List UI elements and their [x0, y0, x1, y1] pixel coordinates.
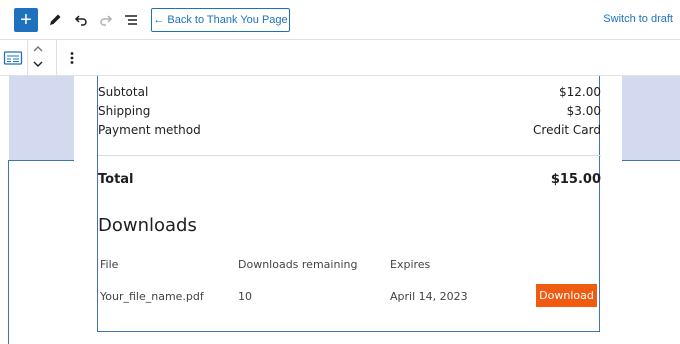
chevron-down-icon [33, 61, 43, 67]
summary-row-subtotal: Subtotal $12.00 [98, 85, 601, 101]
summary-divider [98, 155, 601, 156]
undo-button[interactable] [70, 9, 92, 31]
back-to-thank-you-page-button[interactable]: ← Back to Thank You Page [151, 8, 290, 32]
list-view-icon [125, 15, 137, 25]
redo-icon [100, 15, 113, 26]
summary-value: Credit Card [533, 123, 601, 137]
move-down-button[interactable] [27, 57, 49, 71]
download-remaining-count: 10 [238, 290, 252, 303]
block-type-button[interactable] [2, 47, 24, 69]
downloads-column-header: File [100, 258, 119, 271]
move-up-button[interactable] [27, 42, 49, 56]
downloads-column-header: Downloads remaining [238, 258, 358, 271]
add-block-button[interactable]: + [14, 8, 38, 32]
total-value: $15.00 [550, 172, 601, 187]
summary-label: Shipping [98, 104, 151, 118]
order-details-panel: Subtotal $12.00 Shipping $3.00 Payment m… [74, 76, 622, 344]
chevron-up-icon [33, 46, 43, 52]
summary-row-total: Total $15.00 [98, 172, 601, 190]
undo-icon [74, 15, 87, 26]
editor-canvas: Subtotal $12.00 Shipping $3.00 Payment m… [0, 76, 680, 344]
redo-button[interactable] [95, 9, 117, 31]
download-expiry-date: April 14, 2023 [390, 290, 468, 303]
document-overview-button[interactable] [120, 9, 142, 31]
downloads-heading: Downloads [98, 215, 197, 236]
summary-label: Payment method [98, 123, 201, 137]
download-button[interactable]: Download [536, 284, 597, 307]
summary-row-payment-method: Payment method Credit Card [98, 123, 601, 139]
block-toolbar [0, 40, 680, 76]
total-label: Total [98, 172, 134, 187]
pencil-icon [50, 14, 61, 25]
summary-value: $12.00 [559, 85, 601, 99]
plus-icon: + [20, 9, 32, 31]
download-file-name: Your_file_name.pdf [100, 290, 204, 303]
summary-value: $3.00 [566, 104, 601, 118]
block-layout-icon [3, 51, 23, 65]
more-vertical-icon [70, 52, 74, 64]
downloads-column-header: Expires [390, 258, 431, 271]
summary-label: Subtotal [98, 85, 149, 99]
block-options-button[interactable] [61, 47, 83, 69]
editor-top-toolbar: + ← Back to Thank You Page Switch to dra… [0, 0, 680, 40]
switch-to-draft-link[interactable]: Switch to draft [603, 13, 673, 25]
summary-row-shipping: Shipping $3.00 [98, 104, 601, 120]
order-details-block[interactable]: Subtotal $12.00 Shipping $3.00 Payment m… [97, 76, 601, 332]
edit-tool-button[interactable] [44, 9, 66, 31]
